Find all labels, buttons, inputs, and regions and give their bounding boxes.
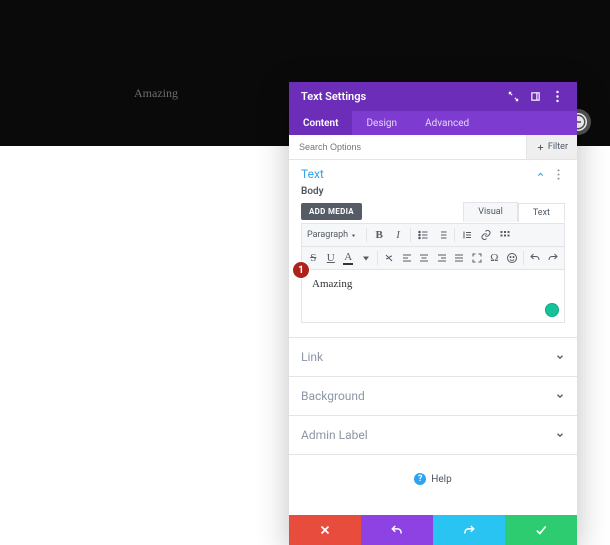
section-text-body: Body ADD MEDIA Visual Text Paragraph B I bbox=[289, 184, 577, 337]
bullet-list-icon[interactable] bbox=[416, 228, 430, 242]
special-char-icon[interactable]: Ω bbox=[488, 251, 501, 265]
italic-icon[interactable]: I bbox=[391, 228, 405, 242]
align-left-icon[interactable] bbox=[400, 251, 413, 265]
help-label: Help bbox=[431, 474, 451, 485]
editor-top-row: ADD MEDIA Visual Text bbox=[301, 201, 565, 221]
tab-content[interactable]: Content bbox=[289, 111, 352, 135]
strikethrough-icon[interactable]: S bbox=[307, 251, 320, 265]
filter-button[interactable]: Filter bbox=[526, 135, 577, 159]
editor-wrap: 1 Amazing bbox=[301, 270, 565, 323]
save-button[interactable] bbox=[505, 515, 577, 545]
chevron-down-icon bbox=[555, 352, 565, 362]
more-icon[interactable] bbox=[549, 89, 565, 105]
chevron-down-icon bbox=[555, 391, 565, 401]
redo-icon[interactable] bbox=[546, 251, 559, 265]
panel-header[interactable]: Text Settings bbox=[289, 82, 577, 111]
redo-button[interactable] bbox=[433, 515, 505, 545]
color-caret-icon[interactable] bbox=[360, 251, 373, 265]
align-right-icon[interactable] bbox=[436, 251, 449, 265]
fullscreen-icon[interactable] bbox=[471, 251, 484, 265]
toolbar-toggle-icon[interactable] bbox=[498, 228, 512, 242]
section-more-icon[interactable] bbox=[551, 167, 565, 181]
grammarly-icon[interactable] bbox=[545, 303, 559, 317]
section-background-title: Background bbox=[301, 389, 555, 403]
underline-icon[interactable]: U bbox=[325, 251, 338, 265]
numbered-list-icon[interactable] bbox=[435, 228, 449, 242]
action-bar bbox=[289, 515, 577, 545]
snap-icon[interactable] bbox=[527, 89, 543, 105]
panel-title: Text Settings bbox=[301, 90, 499, 103]
section-background[interactable]: Background bbox=[289, 376, 577, 415]
paragraph-select[interactable]: Paragraph bbox=[307, 230, 361, 240]
help-row[interactable]: ? Help bbox=[289, 455, 577, 515]
chevron-up-icon[interactable] bbox=[533, 167, 547, 181]
tab-advanced[interactable]: Advanced bbox=[411, 111, 483, 135]
chevron-down-icon bbox=[555, 430, 565, 440]
text-color-icon[interactable]: A bbox=[342, 251, 355, 265]
help-icon: ? bbox=[414, 473, 426, 485]
panel-tabs: Content Design Advanced bbox=[289, 111, 577, 135]
editor-tab-text[interactable]: Text bbox=[518, 203, 565, 222]
cancel-button[interactable] bbox=[289, 515, 361, 545]
undo-button[interactable] bbox=[361, 515, 433, 545]
filter-label: Filter bbox=[548, 142, 568, 152]
section-link-title: Link bbox=[301, 350, 555, 364]
align-center-icon[interactable] bbox=[418, 251, 431, 265]
tab-design[interactable]: Design bbox=[352, 111, 411, 135]
annotation-marker-1: 1 bbox=[293, 262, 309, 278]
undo-icon[interactable] bbox=[529, 251, 542, 265]
section-text-title: Text bbox=[301, 167, 529, 181]
section-link[interactable]: Link bbox=[289, 337, 577, 376]
section-admin-label-title: Admin Label bbox=[301, 428, 555, 442]
expand-icon[interactable] bbox=[505, 89, 521, 105]
clear-format-icon[interactable] bbox=[383, 251, 396, 265]
editor-content[interactable]: Amazing bbox=[301, 270, 565, 323]
body-label: Body bbox=[301, 186, 565, 197]
paragraph-label: Paragraph bbox=[307, 230, 348, 240]
emoji-icon[interactable] bbox=[506, 251, 519, 265]
blockquote-icon[interactable] bbox=[460, 228, 474, 242]
search-input[interactable] bbox=[289, 135, 526, 159]
add-media-button[interactable]: ADD MEDIA bbox=[301, 203, 362, 220]
page-preview-text: Amazing bbox=[134, 86, 178, 101]
editor-toolbar: Paragraph B I S U A bbox=[301, 223, 565, 270]
section-admin-label[interactable]: Admin Label bbox=[289, 415, 577, 455]
search-row: Filter bbox=[289, 135, 577, 160]
align-justify-icon[interactable] bbox=[453, 251, 466, 265]
link-icon[interactable] bbox=[479, 228, 493, 242]
bold-icon[interactable]: B bbox=[372, 228, 386, 242]
section-text-header[interactable]: Text bbox=[289, 160, 577, 184]
editor-tab-visual[interactable]: Visual bbox=[463, 202, 518, 222]
text-settings-panel: Text Settings Content Design Advanced Fi… bbox=[289, 82, 577, 545]
